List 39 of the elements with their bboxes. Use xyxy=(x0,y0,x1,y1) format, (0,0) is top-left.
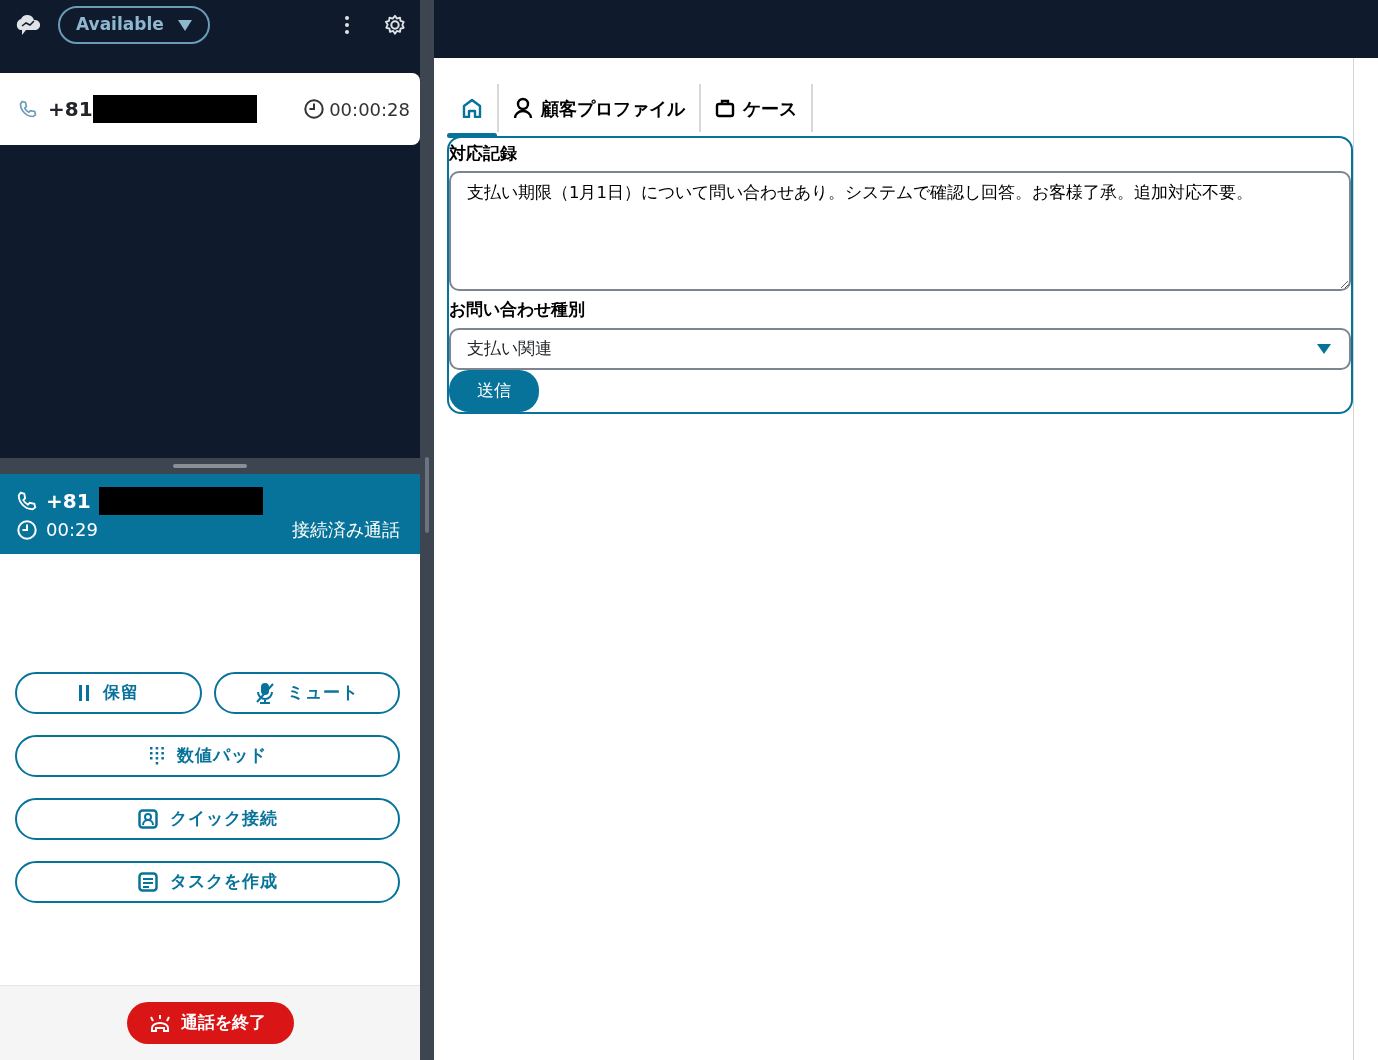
phone-icon xyxy=(18,99,38,119)
home-icon xyxy=(461,98,483,118)
inquiry-type-select[interactable]: 支払い関連 xyxy=(449,328,1351,370)
call-timer: 00:00:28 xyxy=(329,97,410,122)
mute-button[interactable]: ミュート xyxy=(213,672,400,714)
notes-textarea[interactable]: 支払い期限（1月1日）について問い合わせあり。システムで確認し回答。お客様了承。追加対応不要。 xyxy=(449,170,1351,291)
clock-icon xyxy=(16,518,38,541)
cloud-logo-icon xyxy=(14,13,42,37)
tab[interactable]: ケース xyxy=(701,84,813,132)
phone-number: +81 xyxy=(46,488,91,515)
task-button[interactable]: タスクを作成 xyxy=(15,861,400,903)
phone-icon xyxy=(16,490,38,512)
document-icon xyxy=(137,872,158,892)
scrollbar-thumb[interactable] xyxy=(425,457,429,533)
caret-icon xyxy=(1317,344,1331,354)
pause-icon xyxy=(77,684,92,702)
hang-up-icon xyxy=(148,1014,171,1032)
caret-icon xyxy=(177,19,192,31)
contact-card-icon xyxy=(137,809,158,829)
muted-microphone-icon xyxy=(254,682,275,704)
call-duration: 00:29 xyxy=(46,518,98,542)
person-icon xyxy=(513,97,533,119)
field-label: お問い合わせ種別 xyxy=(449,297,586,321)
status-dropdown[interactable]: Available xyxy=(58,6,210,44)
submit-button[interactable]: 送信 xyxy=(449,370,539,412)
contact-button[interactable]: クイック接続 xyxy=(15,798,400,840)
briefcase-icon xyxy=(715,98,735,118)
keypad-button[interactable]: 数値パッド xyxy=(15,735,400,777)
keypad-icon xyxy=(148,746,165,766)
tab[interactable]: 顧客プロファイル xyxy=(499,84,701,132)
pause-button[interactable]: 保留 xyxy=(15,672,202,714)
more-options-icon[interactable] xyxy=(344,15,350,35)
end-call-button[interactable]: 通話を終了 xyxy=(126,1002,294,1044)
clock-icon xyxy=(303,98,326,120)
field-label: 対応記録 xyxy=(449,142,518,165)
settings-icon[interactable] xyxy=(384,14,406,36)
phone-number: +81 xyxy=(48,96,93,123)
call-state: 接続済み通話 xyxy=(292,518,400,542)
resize-handle[interactable] xyxy=(173,464,247,468)
